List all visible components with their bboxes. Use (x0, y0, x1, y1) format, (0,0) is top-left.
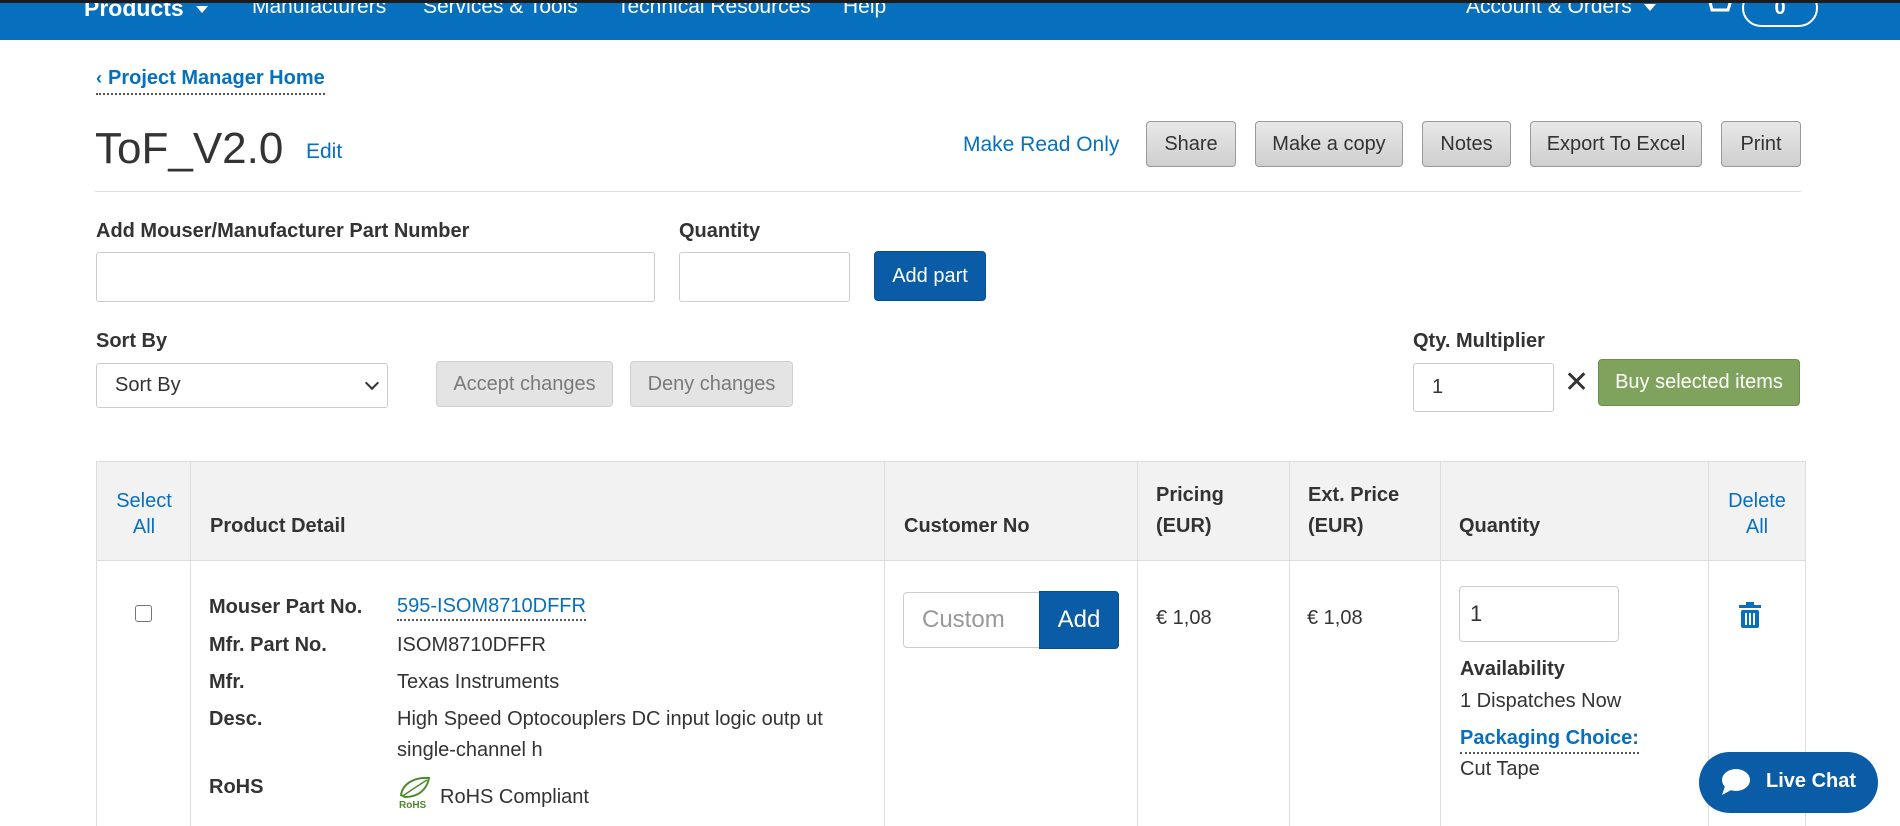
sort-by-select[interactable]: Sort By (96, 363, 388, 408)
rohs-leaf-icon: RoHS (399, 776, 431, 809)
svg-text:RoHS: RoHS (399, 800, 427, 809)
customer-add-button[interactable]: Add (1039, 591, 1119, 649)
ext-price-header: Ext. Price (EUR) (1308, 484, 1400, 537)
sort-by-label: Sort By (96, 330, 168, 352)
rohs-label: RoHS (209, 776, 264, 798)
mfr-part-label: Mfr. Part No. (209, 634, 327, 656)
part-number-input[interactable] (96, 252, 655, 302)
packaging-value: Cut Tape (1460, 758, 1540, 780)
column-divider (1137, 462, 1138, 826)
make-read-only-link[interactable]: Make Read Only (963, 133, 1119, 157)
availability-label: Availability (1460, 658, 1565, 680)
notes-button[interactable]: Notes (1422, 121, 1511, 167)
qty-multiplier-input[interactable]: 1 (1413, 363, 1554, 412)
desc-label: Desc. (209, 708, 263, 730)
nav-products[interactable]: Products (84, 0, 208, 22)
description-line-1: High Speed Optocouplers DC input logic o… (397, 708, 823, 730)
cart-icon[interactable] (1704, 0, 1732, 17)
row-quantity-input[interactable]: 1 (1459, 586, 1619, 642)
close-icon[interactable]: ✕ (1564, 368, 1589, 398)
buy-selected-button[interactable]: Buy selected items (1598, 359, 1800, 406)
product-detail-header: Product Detail (210, 515, 346, 537)
chevron-left-icon: ‹ (96, 68, 102, 88)
nav-services-tools[interactable]: Services & Tools (423, 3, 578, 19)
description-line-2: single-channel h (397, 739, 543, 761)
live-chat-button[interactable]: Live Chat (1699, 752, 1878, 813)
project-manager-home-link[interactable]: ‹ Project Manager Home (96, 67, 325, 95)
edit-link[interactable]: Edit (306, 140, 342, 164)
delete-all-link[interactable]: Delete All (1722, 488, 1792, 540)
deny-changes-button[interactable]: Deny changes (630, 361, 793, 407)
mouser-part-link[interactable]: 595-ISOM8710DFFR (397, 595, 586, 621)
make-copy-button[interactable]: Make a copy (1255, 121, 1403, 167)
manufacturer-name: Texas Instruments (397, 671, 560, 693)
trash-icon[interactable] (1739, 602, 1761, 628)
mfr-part-number: ISOM8710DFFR (397, 634, 546, 656)
customer-no-input[interactable]: Custom (903, 592, 1041, 648)
column-divider (884, 462, 885, 826)
divider (95, 191, 1801, 192)
nav-manufacturers[interactable]: Manufacturers (252, 3, 386, 19)
top-nav: Products Manufacturers Services & Tools … (0, 0, 1900, 40)
column-divider (190, 462, 191, 826)
accept-changes-button[interactable]: Accept changes (436, 361, 613, 407)
nav-technical-resources[interactable]: Technical Resources (617, 3, 811, 19)
chevron-down-icon (1643, 3, 1656, 11)
select-all-link[interactable]: Select All (107, 488, 181, 540)
nav-account-label: Account & Orders (1466, 0, 1632, 18)
row-select-checkbox[interactable] (135, 605, 152, 622)
nav-products-label: Products (84, 0, 184, 21)
customer-no-header: Customer No (904, 515, 1030, 537)
chevron-down-icon (195, 6, 208, 14)
qty-multiplier-label: Qty. Multiplier (1413, 330, 1545, 352)
mouser-part-label: Mouser Part No. (209, 596, 363, 618)
mfr-label: Mfr. (209, 671, 245, 693)
pricing-header: Pricing (EUR) (1156, 484, 1224, 537)
packaging-choice-link[interactable]: Packaging Choice: (1460, 727, 1639, 754)
export-excel-button[interactable]: Export To Excel (1530, 121, 1702, 167)
sort-by-value: Sort By (115, 374, 181, 396)
live-chat-label: Live Chat (1766, 770, 1857, 792)
rohs-status: RoHS Compliant (440, 786, 589, 808)
cart-count-badge[interactable]: 0 (1742, 3, 1818, 27)
extended-price: € 1,08 (1307, 607, 1363, 629)
back-link-label: Project Manager Home (108, 67, 325, 89)
quantity-header: Quantity (1459, 515, 1541, 537)
column-divider (1440, 462, 1441, 826)
mouser-part-number[interactable]: 595-ISOM8710DFFR (397, 595, 586, 621)
add-part-button[interactable]: Add part (874, 251, 986, 301)
page-title: ToF_V2.0 (95, 124, 284, 173)
availability-value: 1 Dispatches Now (1460, 690, 1622, 712)
quantity-label: Quantity (679, 220, 761, 242)
chat-bubble-icon (1722, 769, 1750, 795)
print-button[interactable]: Print (1721, 121, 1801, 167)
nav-help[interactable]: Help (843, 3, 886, 19)
part-number-label: Add Mouser/Manufacturer Part Number (96, 220, 470, 242)
chevron-down-icon (364, 375, 380, 391)
quantity-input[interactable] (679, 252, 850, 302)
column-divider (1289, 462, 1290, 826)
share-button[interactable]: Share (1146, 121, 1236, 167)
nav-account-orders[interactable]: Account & Orders (1466, 0, 1656, 19)
unit-price: € 1,08 (1156, 607, 1212, 629)
